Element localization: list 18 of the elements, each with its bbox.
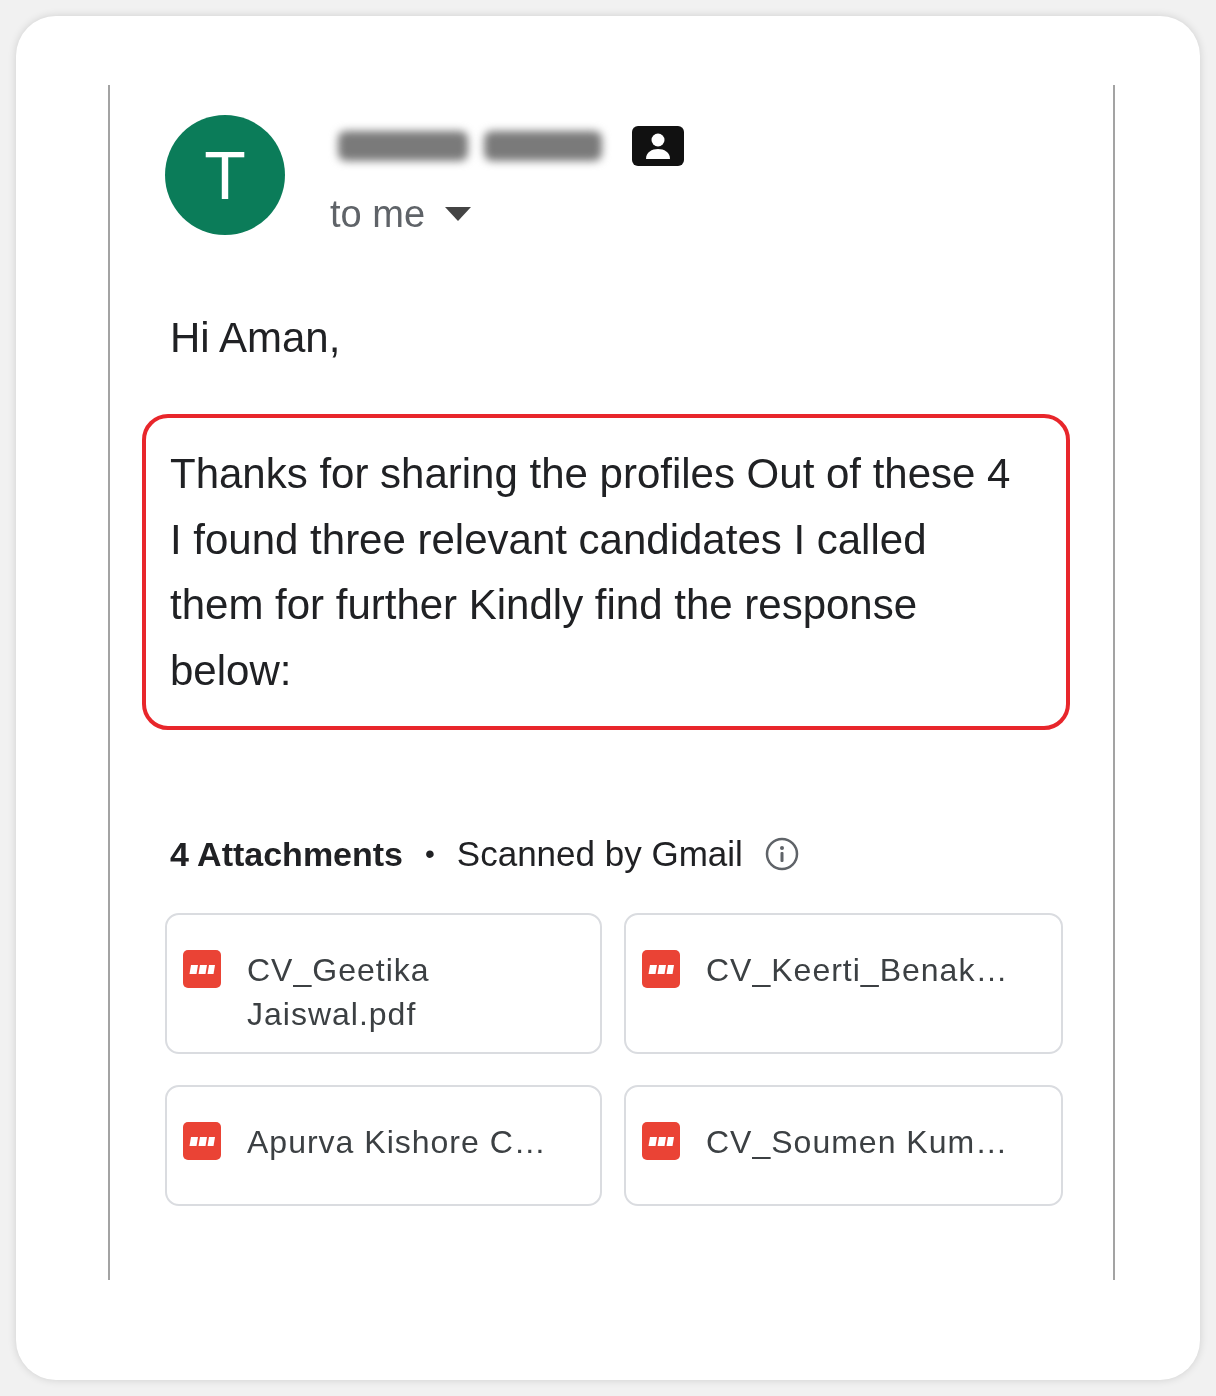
pdf-file-icon: [642, 1122, 680, 1160]
attachment-chip[interactable]: CV_Geetika Jaiswal.pdf: [165, 913, 602, 1054]
pdf-file-icon: [642, 950, 680, 988]
separator-dot: •: [425, 838, 435, 870]
recipient-dropdown[interactable]: to me: [330, 192, 472, 236]
sender-avatar: T: [165, 115, 285, 235]
pdf-file-icon: [183, 950, 221, 988]
contact-card-icon: [632, 126, 684, 166]
scan-note: Scanned by Gmail: [456, 834, 743, 874]
attachment-count: 4 Attachments: [170, 834, 404, 874]
caret-icon: [445, 207, 472, 221]
greeting-text: Hi Aman,: [170, 314, 342, 362]
attachment-chip[interactable]: CV_Soumen Kum…: [624, 1085, 1063, 1206]
info-icon[interactable]: [764, 837, 799, 871]
message-body: Thanks for sharing the profiles Out of these 4 I found three relevant candidates I called them for further Kindly find the response below:: [170, 449, 1012, 696]
attachment-chip[interactable]: Apurva Kishore C…: [165, 1085, 602, 1206]
pdf-file-icon: [183, 1122, 221, 1160]
attachment-chip[interactable]: CV_Keerti_Benak…: [624, 913, 1063, 1054]
